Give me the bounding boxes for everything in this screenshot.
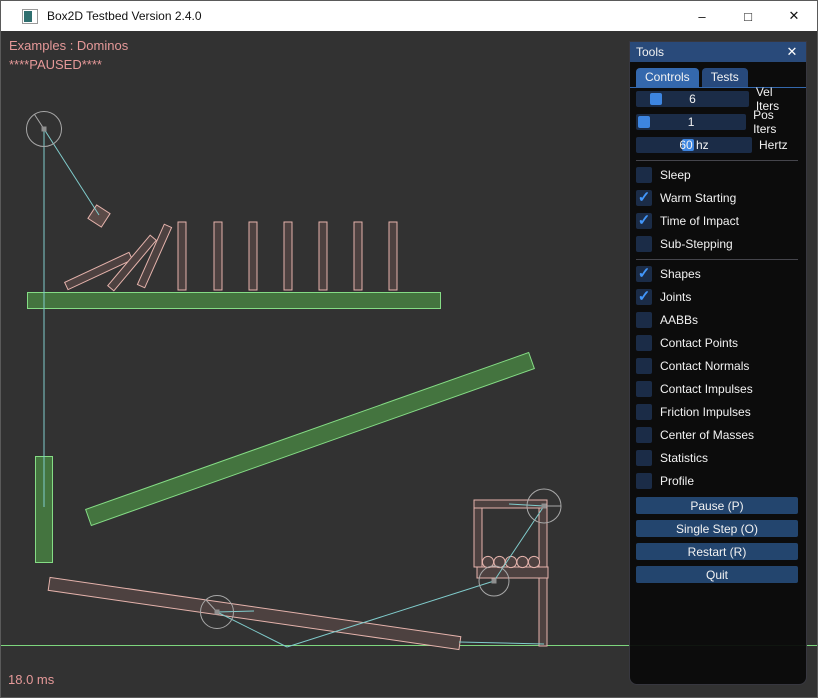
domino-platform: [28, 293, 441, 309]
slider-label: Pos Iters: [753, 108, 798, 136]
checkbox-joints[interactable]: ✓: [636, 289, 652, 305]
checkbox-center-of-masses[interactable]: [636, 427, 652, 443]
maximize-button[interactable]: □: [725, 1, 771, 31]
check-label: Contact Points: [660, 336, 738, 350]
checkbox-time-of-impact[interactable]: ✓: [636, 213, 652, 229]
checkbox-warm-starting[interactable]: ✓: [636, 190, 652, 206]
slider-hertz[interactable]: 60 hz: [636, 137, 752, 153]
check-label: AABBs: [660, 313, 698, 327]
slider-row: 1Pos Iters: [636, 114, 798, 130]
paused-label: ****PAUSED****: [9, 57, 102, 72]
checkbox-statistics[interactable]: [636, 450, 652, 466]
check-row: ✓ Shapes: [636, 266, 798, 282]
tab-tests[interactable]: Tests: [702, 68, 748, 87]
separator: [636, 160, 798, 161]
titlebar: Box2D Testbed Version 2.4.0 – □ ✕: [1, 1, 817, 31]
check-row: AABBs: [636, 312, 798, 328]
check-label: Profile: [660, 474, 694, 488]
checkmark-icon: ✓: [636, 287, 652, 305]
slider-row: 6Vel Iters: [636, 91, 798, 107]
close-button[interactable]: ✕: [771, 1, 817, 31]
restart-r-button[interactable]: Restart (R): [636, 543, 798, 560]
minimize-button[interactable]: –: [679, 1, 725, 31]
checkbox-shapes[interactable]: ✓: [636, 266, 652, 282]
app-icon: [22, 9, 38, 24]
slider-value: 6: [636, 91, 749, 107]
checkbox-profile[interactable]: [636, 473, 652, 489]
checkmark-icon: ✓: [636, 211, 652, 229]
dynamic-bodies: [48, 205, 548, 650]
slider-vel-iters[interactable]: 6: [636, 91, 749, 107]
pendulum-box: [88, 205, 110, 227]
check-label: Time of Impact: [660, 214, 739, 228]
static-bodies: [28, 293, 535, 563]
check-row: Statistics: [636, 450, 798, 466]
check-label: Shapes: [660, 267, 701, 281]
example-label: Examples : Dominos: [9, 38, 128, 53]
check-row: ✓ Warm Starting: [636, 190, 798, 206]
separator: [636, 259, 798, 260]
angled-plank: [86, 353, 535, 526]
seesaw-plank: [48, 577, 461, 649]
check-row: Contact Normals: [636, 358, 798, 374]
checkbox-contact-normals[interactable]: [636, 358, 652, 374]
check-label: Joints: [660, 290, 691, 304]
tools-panel-titlebar[interactable]: Tools ✕: [630, 42, 806, 62]
check-row: ✓ Joints: [636, 289, 798, 305]
check-label: Sub-Stepping: [660, 237, 733, 251]
checkbox-contact-points[interactable]: [636, 335, 652, 351]
app-window: Box2D Testbed Version 2.4.0 – □ ✕: [0, 0, 818, 698]
check-row: Center of Masses: [636, 427, 798, 443]
slider-pos-iters[interactable]: 1: [636, 114, 746, 130]
window-title: Box2D Testbed Version 2.4.0: [47, 9, 202, 23]
checkbox-sleep[interactable]: [636, 167, 652, 183]
tab-controls[interactable]: Controls: [636, 68, 699, 87]
checkbox-sub-stepping[interactable]: [636, 236, 652, 252]
check-row: ✓ Time of Impact: [636, 213, 798, 229]
frame-time-label: 18.0 ms: [8, 672, 54, 687]
tools-panel: Tools ✕ ControlsTests 6Vel Iters1Pos Ite…: [629, 41, 807, 685]
checkmark-icon: ✓: [636, 188, 652, 206]
check-row: Sub-Stepping: [636, 236, 798, 252]
check-row: Profile: [636, 473, 798, 489]
quit-button[interactable]: Quit: [636, 566, 798, 583]
checkbox-friction-impulses[interactable]: [636, 404, 652, 420]
tools-panel-title: Tools: [636, 45, 784, 59]
checkmark-icon: ✓: [636, 264, 652, 282]
check-row: Contact Impulses: [636, 381, 798, 397]
slider-label: Hertz: [759, 138, 788, 152]
check-label: Contact Normals: [660, 359, 749, 373]
check-label: Warm Starting: [660, 191, 736, 205]
check-row: Sleep: [636, 167, 798, 183]
slider-row: 60 hz Hertz: [636, 137, 798, 153]
check-label: Sleep: [660, 168, 691, 182]
pause-p-button[interactable]: Pause (P): [636, 497, 798, 514]
slider-value: 60 hz: [636, 137, 752, 153]
single-step-o-button[interactable]: Single Step (O): [636, 520, 798, 537]
checkbox-aabbs[interactable]: [636, 312, 652, 328]
slider-value: 1: [636, 114, 746, 130]
check-label: Statistics: [660, 451, 708, 465]
check-label: Contact Impulses: [660, 382, 753, 396]
check-row: Friction Impulses: [636, 404, 798, 420]
check-row: Contact Points: [636, 335, 798, 351]
panel-close-icon[interactable]: ✕: [784, 44, 800, 60]
checkbox-contact-impulses[interactable]: [636, 381, 652, 397]
check-label: Center of Masses: [660, 428, 754, 442]
check-label: Friction Impulses: [660, 405, 751, 419]
